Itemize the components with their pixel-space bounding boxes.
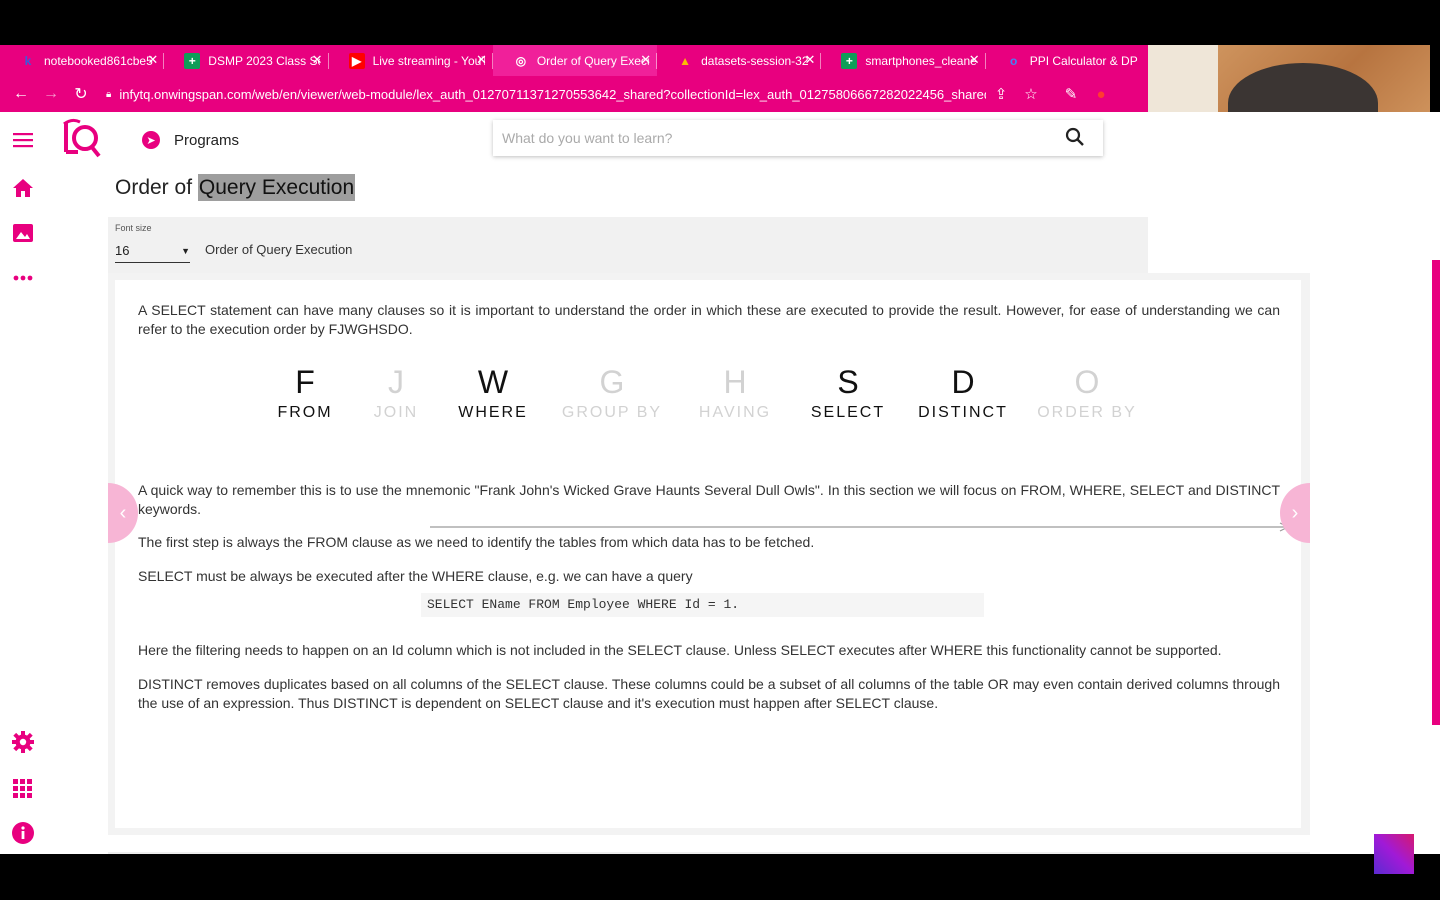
page-title-prefix: Order of [115,176,198,199]
font-size-label: Font size [115,223,152,233]
tab-label: DSMP 2023 Class Sch [208,53,321,68]
browser-tab[interactable]: o PPI Calculator & DP [986,45,1150,76]
from-paragraph: The first step is always the FROM clause… [138,534,815,550]
tab-label: datasets-session-32 [701,53,809,68]
tab-label: notebooked861cbe5 [44,53,153,68]
content-card: A SELECT statement can have many clauses… [115,280,1301,828]
chevron-left-icon: ‹ [119,501,127,524]
browser-tab[interactable]: + DSMP 2023 Class Sch ✕ [164,45,329,76]
mnemonic-keyword: GROUP BY [561,404,663,421]
app-badge-icon [1374,834,1414,874]
apps-icon[interactable] [10,776,35,801]
page-title-highlight: Query Execution [197,174,356,201]
chevron-right-icon: › [1291,501,1299,524]
chevron-down-icon: ▼ [181,245,190,256]
browser-address-bar: ← → ↻ 🔒︎ infytq.onwingspan.com/web/en/vi… [0,76,1150,112]
mnemonic-keyword: DISTINCT [918,404,1008,421]
image-icon[interactable] [10,220,35,245]
browser-tab[interactable]: ▶ Live streaming - YouT ✕ [329,45,493,76]
tab-favicon-icon: + [184,52,201,69]
home-icon[interactable] [10,175,35,200]
divider [108,852,1310,854]
close-tab-icon[interactable]: ✕ [640,53,651,67]
close-tab-icon[interactable]: ✕ [805,53,816,67]
tab-label: Order of Query Execu [536,53,649,68]
mnemonic-item: G GROUP BY [552,362,672,422]
tab-favicon-icon: ◎ [515,53,527,68]
tab-label: PPI Calculator & DP [1029,53,1138,68]
browser-tab[interactable]: ◎ Order of Query Execu ✕ [492,45,658,76]
share-icon[interactable]: ⇪ [986,85,1016,103]
font-size-value: 16 [115,243,130,258]
tab-label: Live streaming - YouT [372,53,485,68]
extension-icon[interactable]: ✎ [1056,85,1086,103]
infytq-logo[interactable] [58,116,102,160]
mnemonic-letter: H [723,364,747,400]
close-tab-icon[interactable]: ✕ [969,53,980,67]
tab-favicon-icon: ▲ [679,53,692,68]
tab-label: smartphones_cleaned [865,53,978,68]
select-paragraph: SELECT must be always be executed after … [138,568,693,584]
forward-icon[interactable]: → [36,85,66,103]
recording-icon[interactable]: ● [1086,86,1116,103]
tab-favicon-icon: ▶ [348,52,365,69]
close-tab-icon[interactable]: ✕ [476,53,487,67]
screen: k notebooked861cbe5 ✕ + DSMP 2023 Class Sch ✕… [0,0,1440,900]
execution-arrow [430,522,1290,532]
page-title: Order of Query Execution [115,174,356,201]
search-icon[interactable] [1065,127,1085,152]
mnemonic-paragraph: A quick way to remember this is to use t… [138,482,1280,517]
module-breadcrumb: Order of Query Execution [205,242,353,257]
web-page: ➤ Programs Order of Query Execution Font… [0,112,1440,874]
left-sidebar [0,112,45,854]
menu-icon[interactable] [10,127,35,152]
intro-paragraph: A SELECT statement can have many clauses… [138,302,1280,337]
mnemonic-item: H HAVING [675,362,795,422]
browser-tab[interactable]: + smartphones_cleaned ✕ [821,45,986,76]
tab-favicon-icon: + [841,52,858,69]
scrollbar[interactable] [1432,260,1440,725]
browser-tab[interactable]: k notebooked861cbe5 ✕ [0,45,165,76]
mnemonic-letter: W [477,364,509,400]
programs-link[interactable]: ➤ Programs [142,131,239,149]
tab-favicon-icon: k [24,53,32,68]
browser-tab-bar: k notebooked861cbe5 ✕ + DSMP 2023 Class Sch ✕… [0,45,1150,76]
mnemonic-item: D DISTINCT [903,362,1023,422]
back-icon[interactable]: ← [6,85,36,103]
programs-label: Programs [174,131,240,149]
mnemonic-letter: S [837,364,859,400]
close-tab-icon[interactable]: ✕ [312,53,323,67]
url-text: infytq.onwingspan.com/web/en/viewer/web-… [119,86,986,102]
mnemonic-keyword: WHERE [458,404,528,421]
mnemonic-letter: D [951,364,975,400]
compass-icon: ➤ [142,131,160,149]
content-toolbar: Font size 16 ▼ Order of Query Execution [108,217,1148,273]
browser-tab[interactable]: ▲ datasets-session-32 ✕ [657,45,822,76]
code-block: SELECT EName FROM Employee WHERE Id = 1. [421,593,984,617]
mnemonic-keyword: SELECT [810,404,886,421]
mnemonic-item: S SELECT [788,362,908,422]
content-frame: A SELECT statement can have many clauses… [108,273,1310,835]
execution-order-diagram: F FROM J JOIN W WHERE G GROUP BY H HAVING S SELECT D… [265,362,1290,532]
font-size-select[interactable]: 16 ▼ [115,239,190,263]
filter-paragraph: Here the filtering needs to happen on an… [138,642,1222,658]
tab-favicon-icon: o [1010,53,1018,68]
url-field[interactable]: 🔒︎ infytq.onwingspan.com/web/en/viewer/w… [106,87,986,102]
mnemonic-keyword: ORDER BY [1037,404,1137,421]
search-box [493,120,1103,156]
info-icon[interactable] [10,820,35,845]
mnemonic-letter: G [599,364,625,400]
search-input[interactable] [502,130,1042,146]
distinct-paragraph: DISTINCT removes duplicates based on all… [138,676,1280,711]
close-tab-icon[interactable]: ✕ [147,53,158,67]
reload-icon[interactable]: ↻ [66,84,96,104]
mnemonic-letter: O [1074,364,1100,400]
mnemonic-item: W WHERE [433,362,553,422]
more-icon[interactable] [10,265,35,290]
bookmark-star-icon[interactable]: ☆ [1016,85,1046,103]
mnemonic-keyword: HAVING [698,404,772,421]
settings-icon[interactable] [10,729,35,754]
lock-icon: 🔒︎ [106,88,112,100]
mnemonic-item: O ORDER BY [1027,362,1147,422]
